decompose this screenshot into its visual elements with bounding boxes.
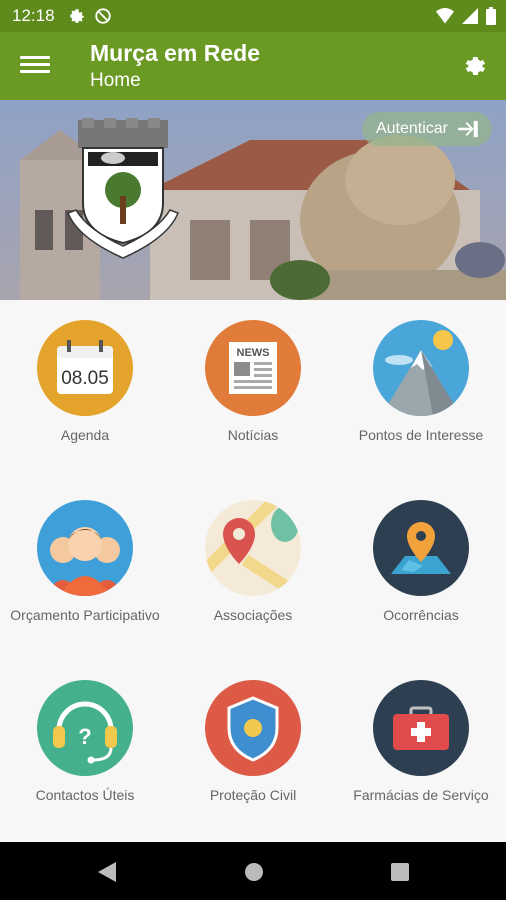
headset-help-icon: ?	[37, 680, 133, 776]
coat-of-arms-logo	[67, 118, 179, 259]
tile-label: Associações	[213, 607, 293, 623]
recents-icon[interactable]	[391, 863, 409, 881]
signal-icon	[462, 8, 478, 24]
calendar-icon: 08.05	[37, 320, 133, 416]
tile-label: Notícias	[227, 427, 279, 443]
tile-label: Contactos Úteis	[35, 787, 135, 803]
hero-banner: Autenticar	[0, 100, 506, 300]
home-icon[interactable]	[244, 862, 264, 882]
tile-label: Proteção Civil	[209, 787, 297, 803]
tile-orcamento-participativo[interactable]: Orçamento Participativo	[1, 500, 169, 624]
location-map-icon	[373, 500, 469, 596]
tile-label: Orçamento Participativo	[10, 607, 160, 623]
sign-in-icon	[458, 120, 478, 138]
do-not-disturb-icon	[95, 8, 111, 24]
agenda-date: 08.05	[61, 368, 109, 389]
settings-icon	[70, 9, 84, 23]
tile-associacoes[interactable]: Associações	[169, 500, 337, 624]
authenticate-button[interactable]: Autenticar	[361, 112, 492, 146]
tile-label: Ocorrências	[383, 607, 459, 623]
tile-pontos-de-interesse[interactable]: Pontos de Interesse	[337, 320, 505, 444]
tile-contactos-uteis[interactable]: ? Contactos Úteis	[1, 680, 169, 804]
people-icon	[37, 500, 133, 596]
tile-noticias[interactable]: NEWS Notícias	[169, 320, 337, 444]
page-subtitle: Home	[90, 70, 141, 91]
shield-icon	[205, 680, 301, 776]
menu-grid: 08.05 Agenda NEWS Notícias Pontos de Int…	[0, 300, 506, 842]
svg-text:?: ?	[78, 724, 91, 749]
tile-label: Farmácias de Serviço	[353, 787, 489, 803]
menu-icon[interactable]	[20, 52, 50, 78]
app-bar: Murça em Rede Home	[0, 32, 506, 100]
tile-label: Pontos de Interesse	[358, 427, 484, 443]
tile-ocorrencias[interactable]: Ocorrências	[337, 500, 505, 624]
newspaper-icon: NEWS	[205, 320, 301, 416]
authenticate-label: Autenticar	[375, 120, 448, 137]
mountain-icon	[373, 320, 469, 416]
status-time: 12:18	[12, 6, 55, 25]
system-nav-bar	[0, 842, 506, 900]
status-bar: 12:18	[0, 0, 506, 32]
tile-farmacias-de-servico[interactable]: Farmácias de Serviço	[337, 680, 505, 804]
first-aid-kit-icon	[373, 680, 469, 776]
battery-icon	[486, 7, 496, 25]
tile-label: Agenda	[60, 427, 110, 443]
app-title: Murça em Rede	[90, 40, 261, 66]
back-icon[interactable]	[98, 862, 116, 882]
tile-agenda[interactable]: 08.05 Agenda	[1, 320, 169, 444]
tile-protecao-civil[interactable]: Proteção Civil	[169, 680, 337, 804]
map-pin-icon	[205, 500, 301, 596]
wifi-icon	[436, 8, 454, 24]
gear-icon[interactable]	[460, 52, 488, 80]
news-label: NEWS	[237, 347, 270, 359]
